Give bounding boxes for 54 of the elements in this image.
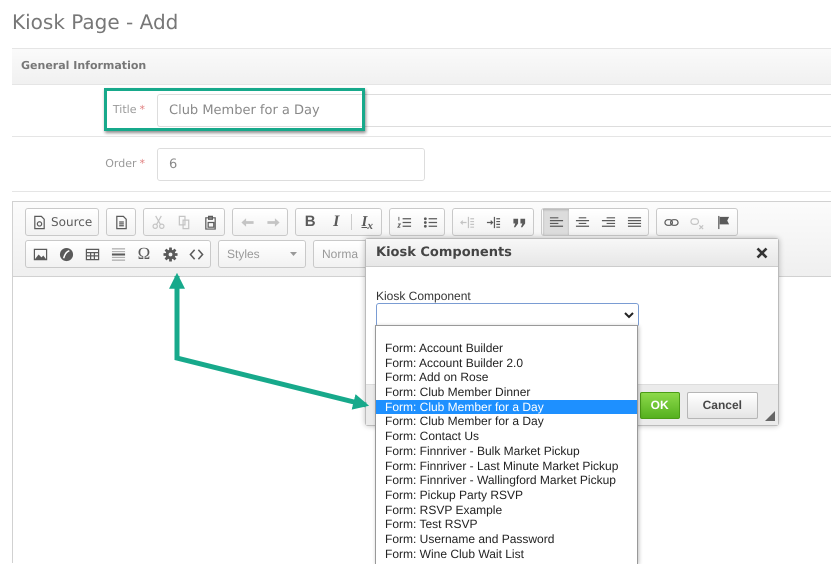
dropdown-option[interactable]: Form: RSVP Example <box>376 502 637 518</box>
special-character-button[interactable]: Ω <box>131 241 157 267</box>
dropdown-option[interactable]: Form: Username and Password <box>376 532 637 547</box>
gear-icon <box>162 246 178 262</box>
clipboard-icon <box>202 214 218 230</box>
close-icon <box>756 246 768 258</box>
copy-icon <box>176 214 192 230</box>
dropdown-option[interactable]: Form: Add on Rose <box>376 370 637 386</box>
align-left-button[interactable] <box>543 209 570 235</box>
source-button[interactable]: Source <box>27 209 98 235</box>
dropdown-option[interactable]: Form: Contact Us <box>376 429 637 444</box>
image-icon <box>32 246 48 262</box>
field-label: Kiosk Component <box>376 289 472 303</box>
dropdown-option[interactable]: Form: Wine Club Wait List <box>376 546 637 562</box>
page-title: Kiosk Page - Add <box>12 9 180 36</box>
field-label: Title * <box>112 102 145 118</box>
dropdown-option[interactable]: Form: Test RSVP <box>376 517 637 532</box>
scissors-icon <box>150 214 166 230</box>
bulleted-list-icon <box>422 214 438 230</box>
dropdown-option[interactable]: Form: Account Builder <box>376 341 637 356</box>
dropdown-option[interactable]: Form: Finnriver - Wallingford Market Pickup <box>376 473 637 488</box>
justify-icon <box>626 214 642 230</box>
cancel-button[interactable]: Cancel <box>686 392 758 418</box>
select-field[interactable] <box>376 303 639 327</box>
section-title: General Information <box>21 58 146 74</box>
document-icon <box>114 214 129 230</box>
dropdown-option[interactable]: Form: Club Member Dinner <box>376 385 637 400</box>
text-field[interactable]: 6 <box>157 148 425 180</box>
align-center-icon <box>574 214 590 230</box>
horizontal-rule-icon <box>110 246 126 262</box>
align-left-icon <box>548 214 564 230</box>
remove-format-button[interactable]: I$_{x}$ <box>354 209 380 235</box>
code-icon <box>188 246 204 262</box>
numbered-list-icon <box>396 214 412 230</box>
field-label: Order * <box>104 156 145 172</box>
text-field[interactable]: Club Member for a Day <box>157 94 831 127</box>
indent-icon <box>486 214 501 230</box>
caret-icon <box>290 252 297 256</box>
chevron-down-icon <box>624 312 634 318</box>
bold-button[interactable]: B <box>297 209 324 235</box>
dropdown-option[interactable]: Form: Pickup Party RSVP <box>376 488 637 503</box>
resize-grip-icon[interactable] <box>765 411 775 421</box>
align-right-icon <box>600 214 616 230</box>
dropdown-option[interactable]: Form: Finnriver - Last Minute Market Pickup <box>376 458 637 474</box>
outdent-icon <box>460 214 475 230</box>
table-icon <box>84 246 100 262</box>
close-button[interactable] <box>756 246 768 258</box>
italic-button[interactable]: I <box>323 209 350 235</box>
flag-icon <box>716 214 731 230</box>
dropdown-option[interactable]: Form: Finnriver - Bulk Market Pickup <box>376 444 637 458</box>
dropdown-option[interactable]: Form: Account Builder 2.0 <box>376 356 637 370</box>
document-icon <box>32 214 47 230</box>
disc-icon <box>58 246 74 262</box>
dropdown-option[interactable]: Form: Club Member for a Day <box>376 414 637 430</box>
